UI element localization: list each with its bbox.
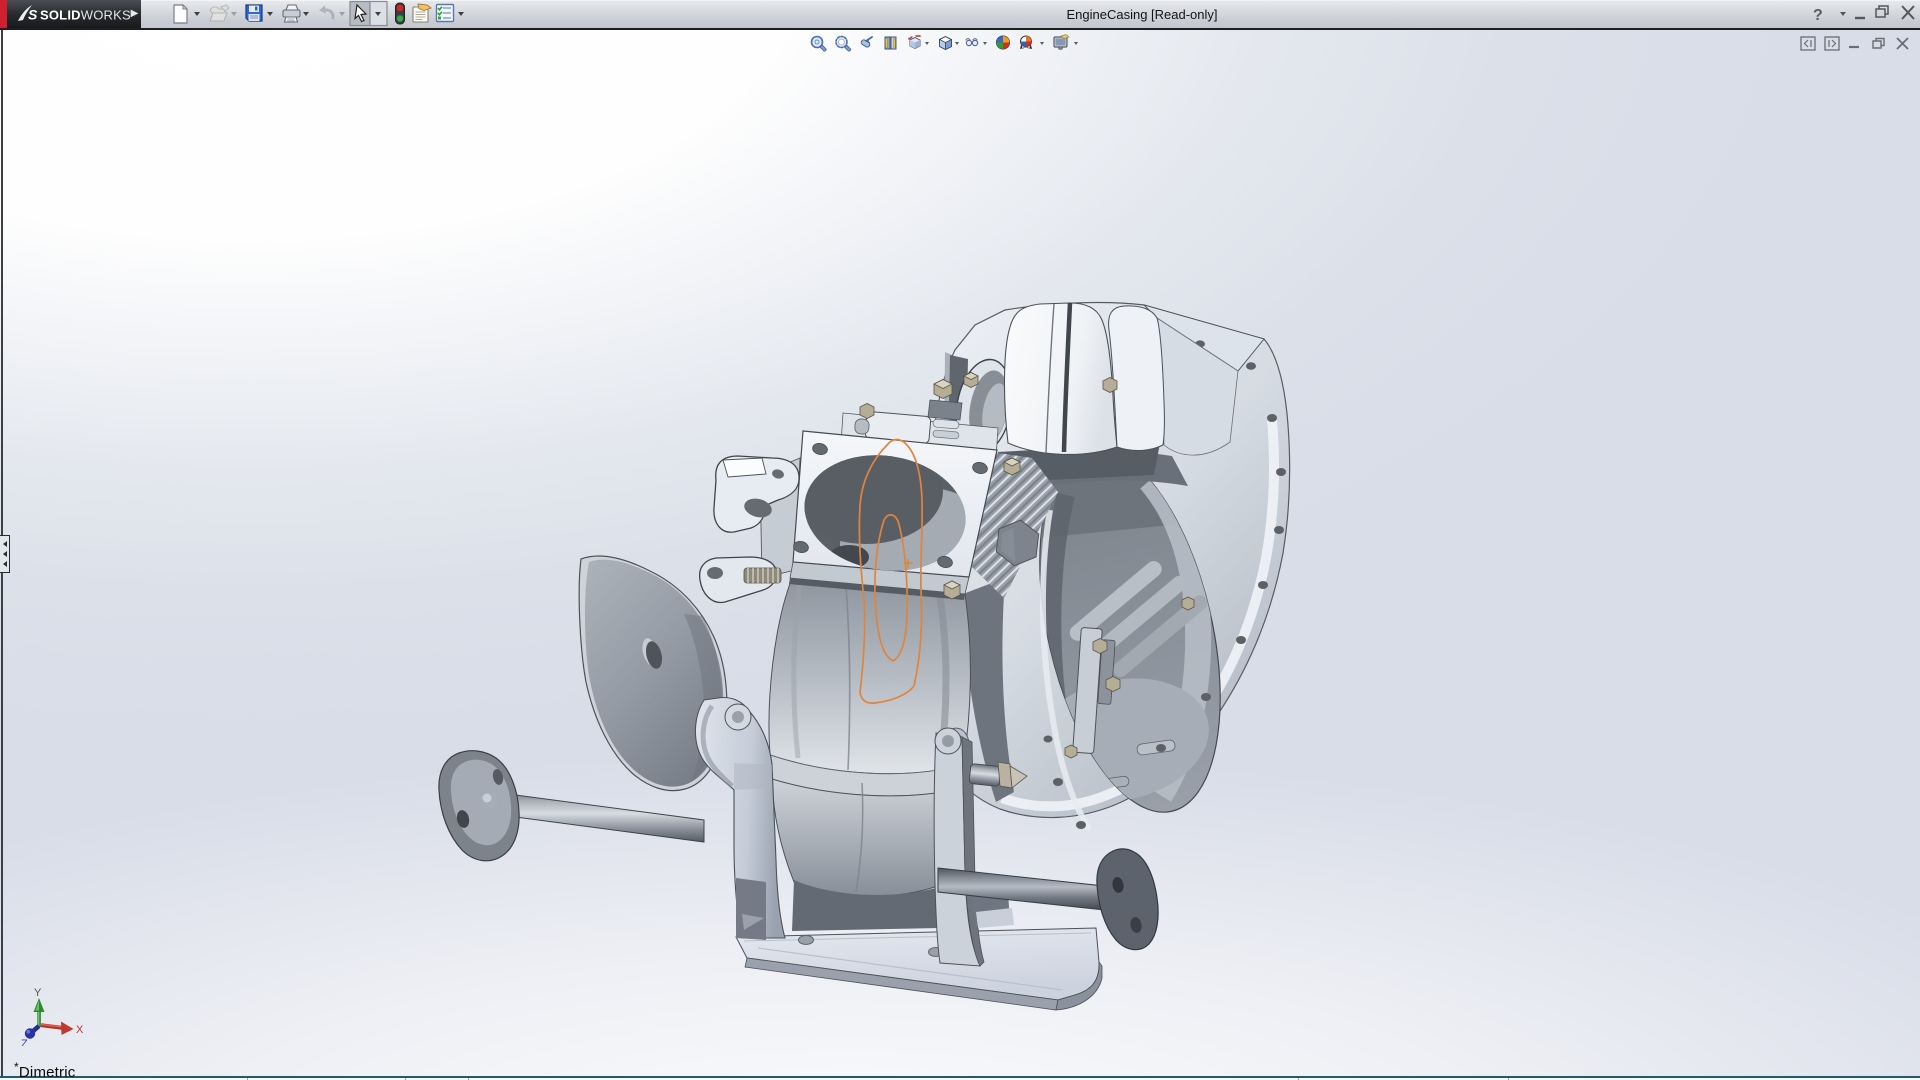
svg-text:X: X xyxy=(76,1024,84,1036)
svg-text:?: ? xyxy=(1813,7,1823,24)
svg-text:S: S xyxy=(28,7,38,23)
svg-text:SOLIDWORKS: SOLIDWORKS xyxy=(40,8,131,23)
svg-text:Y: Y xyxy=(34,987,42,999)
svg-text:Z: Z xyxy=(21,1038,28,1046)
